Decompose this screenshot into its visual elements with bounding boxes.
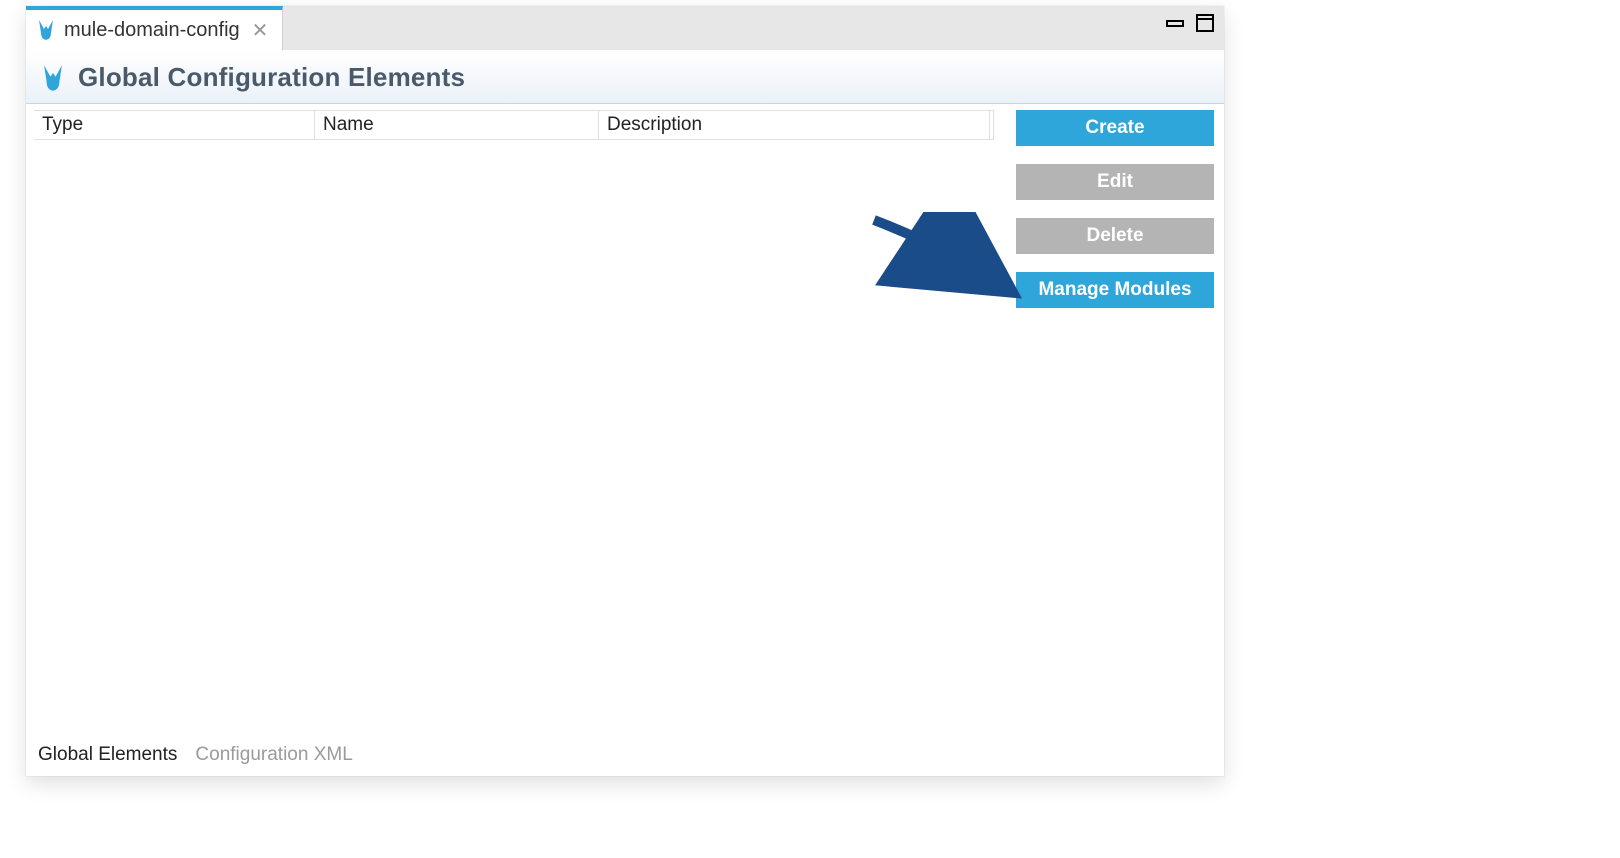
panel-header: Global Configuration Elements (26, 50, 1224, 104)
minimize-icon[interactable] (1166, 18, 1186, 28)
editor-window: mule-domain-config ✕ Global Configuratio… (26, 6, 1224, 776)
content-area: Global Configuration Elements Type Name … (26, 50, 1224, 776)
tab-configuration-xml[interactable]: Configuration XML (195, 744, 352, 766)
column-header-description[interactable]: Description (598, 111, 989, 139)
maximize-icon[interactable] (1196, 14, 1214, 32)
elements-table[interactable]: Type Name Description (34, 110, 994, 734)
close-icon[interactable]: ✕ (252, 18, 269, 43)
mule-icon (36, 19, 56, 41)
column-spacer (989, 111, 993, 139)
mule-icon (40, 64, 66, 92)
tab-mule-domain-config[interactable]: mule-domain-config ✕ (26, 6, 283, 50)
page-title: Global Configuration Elements (78, 62, 465, 93)
tab-label: mule-domain-config (64, 19, 240, 42)
create-button[interactable]: Create (1016, 110, 1214, 146)
body: Type Name Description Create Edit Delete… (26, 104, 1224, 734)
delete-button: Delete (1016, 218, 1214, 254)
manage-modules-button[interactable]: Manage Modules (1016, 272, 1214, 308)
tab-global-elements[interactable]: Global Elements (38, 744, 177, 766)
column-header-name[interactable]: Name (314, 111, 598, 139)
column-header-type[interactable]: Type (34, 111, 314, 139)
footer-tabs: Global Elements Configuration XML (26, 734, 1224, 776)
edit-button: Edit (1016, 164, 1214, 200)
window-controls (1166, 14, 1214, 32)
actions-panel: Create Edit Delete Manage Modules (994, 110, 1214, 734)
table-header-row: Type Name Description (34, 110, 994, 140)
tab-bar: mule-domain-config ✕ (26, 6, 1224, 50)
